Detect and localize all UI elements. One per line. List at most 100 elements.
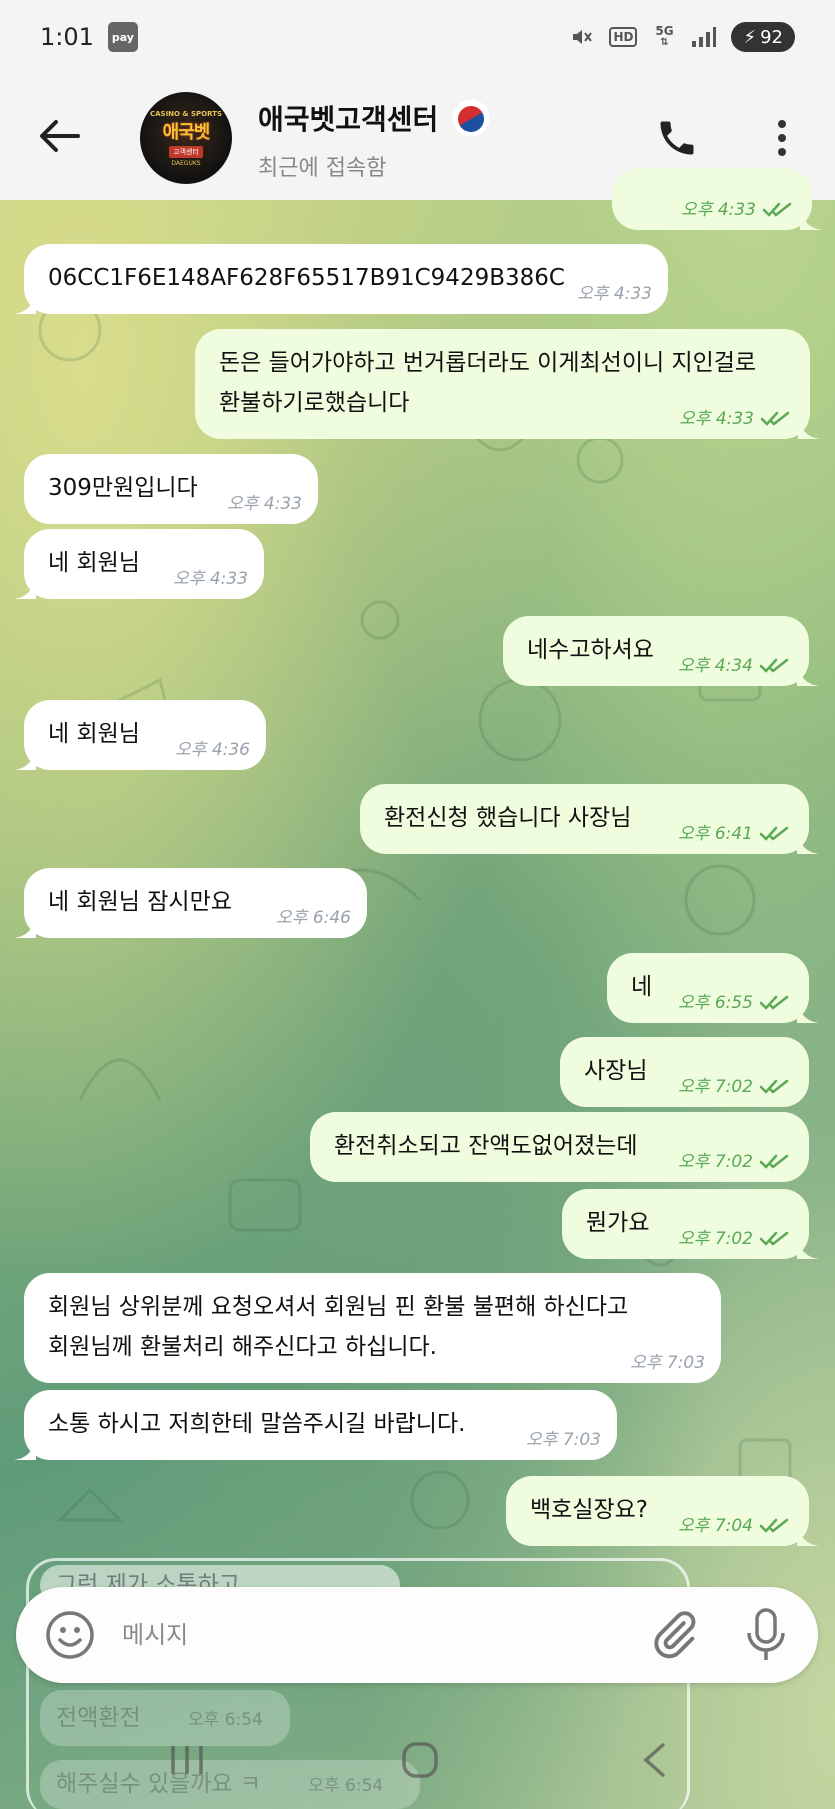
double-check-icon — [759, 995, 789, 1010]
message-bubble-incoming[interactable]: 네 회원님 오후 4:36 — [14, 700, 266, 770]
message-meta: 오후 7:02 — [678, 1152, 793, 1172]
message-bubble-incoming[interactable]: 06CC1F6E148AF628F65517B91C9429B386C 오후 4… — [14, 244, 668, 314]
message-bubble-outgoing[interactable]: 네 오후 6:55 — [607, 953, 819, 1023]
message-time: 오후 7:02 — [678, 1077, 753, 1097]
message-text: 06CC1F6E148AF628F65517B91C9429B386C — [48, 265, 565, 291]
message-bubble-outgoing[interactable]: 오후 4:33 — [612, 168, 822, 230]
message-text: 네 회원님 — [48, 550, 140, 576]
charging-icon: ⚡ — [743, 26, 757, 48]
more-vertical-icon[interactable] — [770, 116, 794, 160]
message-text: 백호실장요? — [530, 1497, 649, 1523]
message-meta: 오후 4:34 — [678, 656, 793, 676]
back-arrow-icon[interactable] — [38, 114, 82, 158]
chat-title-row: 애국벳고객센터 — [258, 96, 497, 140]
message-meta: 오후 4:36 — [175, 740, 250, 760]
message-meta: 오후 7:03 — [630, 1353, 705, 1373]
message-bubble-incoming[interactable]: 회원님 상위분께 요청오셔서 회원님 핀 환불 불편해 하신다고 회원님께 환불… — [24, 1273, 721, 1383]
message-time: 오후 4:36 — [175, 740, 250, 760]
chat-title: 애국벳고객센터 — [258, 103, 439, 136]
message-text-line: 회원님께 환불처리 해주신다고 하십니다. — [48, 1334, 437, 1360]
message-composer — [16, 1587, 818, 1683]
message-text: 네 — [631, 974, 653, 1000]
system-nav-bar — [0, 1720, 835, 1809]
mute-icon — [569, 24, 595, 50]
battery-level: 92 — [760, 26, 783, 48]
message-bubble-incoming[interactable]: 네 회원님 오후 4:33 — [14, 529, 264, 599]
message-time: 오후 6:55 — [678, 993, 753, 1013]
message-bubble-outgoing[interactable]: 네수고하셔요 오후 4:34 — [503, 616, 819, 686]
message-bubble-outgoing[interactable]: 환전취소되고 잔액도없어졌는데 오후 7:02 — [310, 1112, 809, 1182]
avatar-top-text: CASINO & SPORTS — [149, 109, 222, 118]
status-right: HD 5G ⇅ ⚡ 92 — [569, 22, 795, 52]
nav-back-icon[interactable] — [640, 1740, 670, 1780]
message-text: 환전취소되고 잔액도없어졌는데 — [334, 1133, 638, 1159]
message-text: 돈은 들어가야하고 번거롭더라도 이게최선이니 지인걸로 환불하기로했습니다 — [219, 343, 756, 423]
message-meta: 오후 6:46 — [276, 908, 351, 928]
double-check-icon — [759, 1154, 789, 1169]
double-check-icon — [759, 1079, 789, 1094]
message-meta: 오후 4:33 — [173, 569, 248, 589]
message-time: 오후 7:02 — [678, 1152, 753, 1172]
message-bubble-outgoing[interactable]: 백호실장요? 오후 7:04 — [506, 1476, 819, 1546]
message-bubble-incoming[interactable]: 소통 하시고 저희한테 말씀주시길 바랍니다. 오후 7:03 — [14, 1390, 617, 1460]
message-text: 환전신청 했습니다 사장님 — [384, 805, 632, 831]
message-text: 네수고하셔요 — [527, 637, 654, 663]
message-bubble-incoming[interactable]: 309만원입니다 오후 4:33 — [24, 454, 318, 524]
message-meta: 오후 4:33 — [681, 200, 796, 220]
battery-indicator: ⚡ 92 — [731, 22, 795, 52]
message-time: 오후 7:03 — [630, 1353, 705, 1373]
phone-icon[interactable] — [655, 116, 699, 160]
message-text: 309만원입니다 — [48, 475, 198, 501]
message-text: 뭔가요 — [586, 1210, 650, 1236]
message-meta: 오후 4:33 — [227, 494, 302, 514]
message-text: 사장님 — [584, 1058, 648, 1084]
double-check-icon — [762, 202, 792, 217]
message-bubble-outgoing[interactable]: 뭔가요 오후 7:02 — [562, 1189, 819, 1259]
avatar-main-text: 애국벳 — [162, 121, 211, 143]
double-check-icon — [759, 1231, 789, 1246]
avatar[interactable]: CASINO & SPORTS 애국벳 고객센터 DAEGUKS — [140, 92, 232, 184]
status-time: 1:01 — [40, 23, 94, 51]
avatar-sub-text: 고객센터 — [169, 145, 203, 158]
chat-title-area[interactable]: 애국벳고객센터 최근에 접속함 — [258, 96, 497, 182]
network-label: 5G — [655, 24, 674, 38]
avatar-domain-text: DAEGUKS — [171, 159, 201, 167]
message-time: 오후 4:33 — [173, 569, 248, 589]
message-time: 오후 7:03 — [526, 1430, 601, 1450]
network-icon: 5G ⇅ — [655, 24, 674, 48]
message-meta: 오후 6:55 — [678, 993, 793, 1013]
message-text: 회원님 상위분께 요청오셔서 회원님 핀 환불 불편해 하신다고 회원님께 환불… — [48, 1287, 628, 1367]
message-time: 오후 4:33 — [679, 409, 754, 429]
signal-icon — [691, 24, 717, 50]
status-left: 1:01 pay — [40, 22, 138, 52]
emoji-icon[interactable] — [44, 1609, 96, 1661]
message-text: 네 회원님 — [48, 721, 140, 747]
status-bar: 1:01 pay HD 5G ⇅ ⚡ 92 — [0, 0, 835, 74]
korea-flag-icon — [446, 96, 497, 140]
pay-badge: pay — [107, 22, 138, 52]
message-bubble-outgoing[interactable]: 환전신청 했습니다 사장님 오후 6:41 — [360, 784, 819, 854]
message-bubble-outgoing[interactable]: 사장님 오후 7:02 — [560, 1037, 809, 1107]
message-bubble-outgoing[interactable]: 돈은 들어가야하고 번거롭더라도 이게최선이니 지인걸로 환불하기로했습니다 오… — [195, 329, 820, 439]
message-time: 오후 4:33 — [681, 200, 756, 220]
double-check-icon — [760, 411, 790, 426]
double-check-icon — [759, 1518, 789, 1533]
message-meta: 오후 6:41 — [678, 824, 793, 844]
message-bubble-incoming[interactable]: 네 회원님 잠시만요 오후 6:46 — [14, 868, 367, 938]
microphone-icon[interactable] — [744, 1607, 788, 1663]
recents-icon[interactable] — [167, 1740, 207, 1780]
message-input[interactable] — [122, 1613, 542, 1657]
message-time: 오후 4:33 — [227, 494, 302, 514]
message-text: 네 회원님 잠시만요 — [48, 889, 232, 915]
message-time: 오후 7:04 — [678, 1516, 753, 1536]
message-text-line: 환불하기로했습니다 — [219, 390, 410, 416]
paperclip-icon[interactable] — [648, 1609, 700, 1661]
home-icon[interactable] — [400, 1740, 440, 1780]
chat-subtitle: 최근에 접속함 — [258, 156, 387, 181]
message-text-line: 회원님 상위분께 요청오셔서 회원님 핀 환불 불편해 하신다고 — [48, 1294, 629, 1320]
message-time: 오후 4:33 — [577, 284, 652, 304]
message-meta: 오후 7:02 — [678, 1077, 793, 1097]
message-text-line: 돈은 들어가야하고 번거롭더라도 이게최선이니 지인걸로 — [219, 350, 757, 376]
double-check-icon — [759, 658, 789, 673]
message-text: 소통 하시고 저희한테 말씀주시길 바랍니다. — [48, 1411, 466, 1437]
